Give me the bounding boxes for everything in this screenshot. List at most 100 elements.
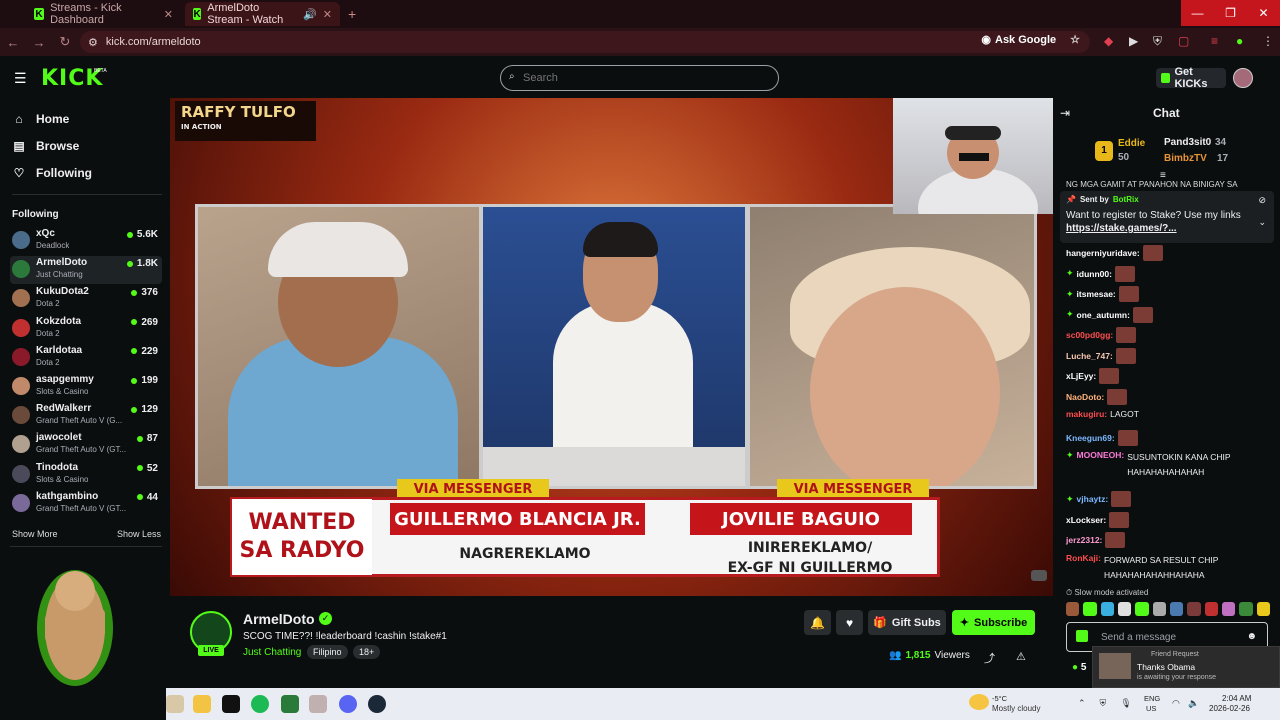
back-icon[interactable]: ←	[0, 35, 26, 50]
gift-kicks-icon[interactable]	[1076, 630, 1088, 642]
file-explorer-icon[interactable]	[193, 695, 211, 713]
play-extension-icon[interactable]: ▶	[1129, 34, 1138, 48]
site-info-icon[interactable]: ⚙	[88, 36, 98, 49]
following-channel[interactable]: RedWalkerr Grand Theft Auto V (G... 129	[10, 402, 162, 430]
show-more-button[interactable]: Show More	[12, 529, 58, 539]
close-window-button[interactable]: ✕	[1247, 0, 1280, 26]
forward-icon[interactable]: →	[26, 35, 52, 50]
sidebar-item-following[interactable]: ♡ Following	[12, 166, 92, 180]
chat-username[interactable]: idunn00:	[1077, 269, 1112, 279]
weather-icon[interactable]	[969, 694, 989, 710]
new-tab-button[interactable]: +	[348, 6, 356, 22]
following-channel[interactable]: xQc Deadlock 5.6K	[10, 227, 162, 255]
emote-icon[interactable]	[1169, 602, 1184, 616]
chevron-up-icon[interactable]: ⌃	[1078, 698, 1086, 709]
emote-icon[interactable]	[1066, 602, 1080, 616]
clock-date[interactable]: 2026-02-26	[1209, 704, 1250, 713]
subscribe-button[interactable]: ✦ Subscribe	[952, 610, 1035, 635]
emote-icon[interactable]	[1083, 602, 1097, 616]
emote-icon[interactable]	[1100, 602, 1114, 616]
close-tab-icon[interactable]: ✕	[323, 8, 332, 21]
emote-icon[interactable]	[1152, 602, 1166, 616]
pinned-bot-name[interactable]: BotRix	[1113, 195, 1139, 204]
get-kicks-button[interactable]: Get KICKs	[1156, 66, 1226, 90]
leaderboard-user[interactable]: BimbzTV	[1164, 153, 1207, 164]
emote-icon[interactable]	[1256, 602, 1270, 616]
emote-icon[interactable]	[1187, 602, 1201, 616]
input-language[interactable]: ENG	[1144, 694, 1160, 703]
gift-subs-button[interactable]: 🎁 Gift Subs	[868, 610, 946, 635]
emote-icon[interactable]	[1221, 602, 1236, 616]
follow-button[interactable]: ♥	[836, 610, 863, 635]
emoji-icon[interactable]: ☻	[1246, 631, 1257, 642]
chat-username[interactable]: MOONEOH:	[1077, 450, 1125, 460]
microphone-icon[interactable]: 🎙	[1120, 698, 1131, 709]
tab-armeldoto-stream[interactable]: K ArmelDoto Stream - Watch 🔊 ✕	[185, 2, 340, 26]
kick-app-icon[interactable]	[281, 695, 299, 713]
spotify-icon[interactable]	[251, 695, 269, 713]
user-avatar[interactable]	[1233, 68, 1253, 88]
emote-icon[interactable]	[1239, 602, 1253, 616]
restore-button[interactable]: ❐	[1214, 0, 1247, 26]
tag-language[interactable]: Filipino	[307, 645, 348, 659]
hamburger-menu-icon[interactable]: ☰	[14, 70, 27, 87]
input-region[interactable]: US	[1146, 704, 1156, 713]
emote-icon[interactable]	[1135, 602, 1149, 616]
show-less-button[interactable]: Show Less	[117, 529, 161, 539]
extension-icon[interactable]: ◆	[1104, 34, 1113, 48]
chat-username[interactable]: makugiru:	[1066, 409, 1107, 419]
chevron-down-icon[interactable]: ⌄	[1258, 217, 1266, 228]
wifi-icon[interactable]: ◠	[1172, 698, 1180, 709]
chat-username[interactable]: xLjEyy:	[1066, 371, 1096, 381]
browser-icon[interactable]	[309, 695, 327, 713]
reload-icon[interactable]: ↻	[52, 34, 78, 50]
sidebar-item-home[interactable]: ⌂ Home	[12, 112, 69, 126]
streamer-name[interactable]: ArmelDoto	[243, 611, 315, 627]
discord-icon[interactable]	[339, 695, 357, 713]
taskbar-app-icon[interactable]	[166, 695, 184, 713]
emote-icon[interactable]	[1204, 602, 1218, 616]
steam-icon[interactable]	[368, 695, 386, 713]
close-tab-icon[interactable]: ✕	[164, 8, 173, 21]
notification-bell-button[interactable]: 🔔	[804, 610, 831, 635]
chat-username[interactable]: sc00pd0gg:	[1066, 330, 1113, 340]
leaderboard-user[interactable]: Eddie	[1118, 138, 1145, 149]
following-channel[interactable]: Tinodota Slots & Casino 52	[10, 461, 162, 489]
chat-username[interactable]: RonKaji:	[1066, 553, 1101, 563]
emote-icon[interactable]	[1117, 602, 1132, 616]
pinned-link[interactable]: https://stake.games/?...	[1066, 223, 1268, 234]
chat-username[interactable]: Luche_747:	[1066, 351, 1113, 361]
bookmark-star-icon[interactable]: ☆	[1070, 33, 1080, 46]
chat-username[interactable]: xLockser:	[1066, 515, 1106, 525]
collapse-chat-icon[interactable]: ⇥	[1060, 106, 1070, 120]
url-bar[interactable]: ⚙ kick.com/armeldoto	[80, 31, 1090, 53]
extension-icon[interactable]: ≡	[1211, 34, 1218, 48]
unpin-icon[interactable]: ⊘	[1258, 195, 1266, 206]
profile-icon[interactable]: ●	[1236, 34, 1243, 48]
chat-username[interactable]: hangerniyuridave:	[1066, 248, 1140, 258]
following-channel[interactable]: Kokzdota Dota 2 269	[10, 315, 162, 343]
following-channel[interactable]: jawocolet Grand Theft Auto V (GT... 87	[10, 431, 162, 459]
tag-mature[interactable]: 18+	[353, 645, 381, 659]
volume-icon[interactable]: 🔈	[1188, 698, 1199, 709]
chat-username[interactable]: one_autumn:	[1077, 310, 1130, 320]
chat-username[interactable]: Kneegun69:	[1066, 433, 1115, 443]
sidebar-item-browse[interactable]: ▤ Browse	[12, 139, 79, 153]
menu-icon[interactable]: ⋮	[1262, 34, 1274, 48]
clock-time[interactable]: 2:04 AM	[1222, 694, 1251, 703]
minimize-button[interactable]: —	[1181, 0, 1214, 26]
leaderboard-user[interactable]: Pand3sit0	[1164, 137, 1211, 148]
following-channel[interactable]: KukuDota2 Dota 2 376	[10, 285, 162, 313]
tiktok-icon[interactable]	[222, 695, 240, 713]
extension-icon[interactable]: ▢	[1178, 34, 1189, 48]
share-icon[interactable]: ⤴	[984, 650, 995, 666]
friend-request-toast[interactable]: Friend Request Thanks Obama is awaiting …	[1092, 646, 1280, 688]
tab-kick-dashboard[interactable]: K Streams - Kick Dashboard ✕	[26, 2, 181, 26]
audio-icon[interactable]: 🔊	[303, 8, 317, 21]
report-icon[interactable]: ⚠	[1016, 650, 1026, 663]
security-icon[interactable]: ⛨	[1100, 698, 1107, 709]
following-channel[interactable]: ArmelDoto Just Chatting 1.8K	[10, 256, 162, 285]
chat-username[interactable]: NaoDoto:	[1066, 392, 1104, 402]
stream-category[interactable]: Just Chatting	[243, 647, 301, 658]
following-channel[interactable]: Karldotaa Dota 2 229	[10, 344, 162, 372]
